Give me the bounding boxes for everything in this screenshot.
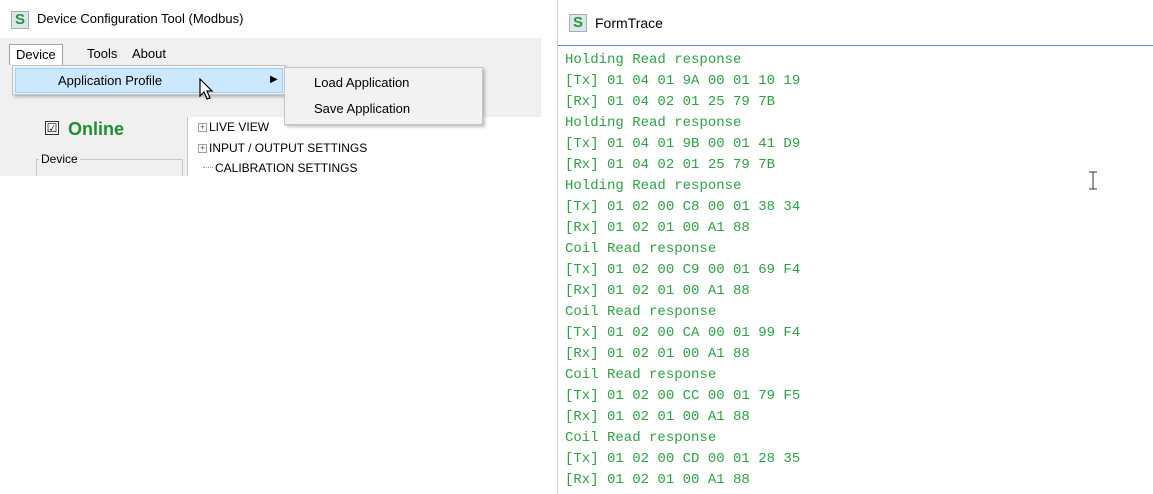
device-menu-dropdown: Application Profile ▶ — [12, 65, 286, 95]
trace-line: [Rx] 01 02 01 00 A1 88 — [565, 220, 750, 236]
trace-line: [Tx] 01 04 01 9A 00 01 10 19 — [565, 73, 801, 89]
menu-device[interactable]: Device — [9, 44, 63, 65]
trace-line: [Rx] 01 04 02 01 25 79 7B — [565, 94, 776, 110]
window-title: FormTrace — [595, 15, 663, 31]
app-logo-icon: S — [569, 14, 587, 32]
tree-item-input-output-settings[interactable]: + INPUT / OUTPUT SETTINGS — [188, 140, 367, 157]
trace-line: [Tx] 01 04 01 9B 00 01 41 D9 — [565, 136, 801, 152]
text-cursor-icon — [1089, 171, 1097, 190]
window-title: Device Configuration Tool (Modbus) — [37, 11, 244, 26]
menu-item-application-profile[interactable]: Application Profile ▶ — [15, 68, 283, 93]
trace-line: [Rx] 01 02 01 00 A1 88 — [565, 283, 750, 299]
app-logo-icon: S — [11, 11, 29, 29]
online-status-label: Online — [68, 119, 125, 139]
application-profile-flyout: Load Application Save Application — [284, 67, 483, 125]
trace-line: [Tx] 01 02 00 C8 00 01 38 34 — [565, 199, 801, 215]
trace-line: Holding Read response — [565, 178, 742, 194]
title-bar: S Device Configuration Tool (Modbus) — [0, 0, 541, 38]
trace-line: Holding Read response — [565, 115, 742, 131]
trace-line: [Rx] 01 02 01 00 A1 88 — [565, 472, 750, 488]
tree-item-label: INPUT / OUTPUT SETTINGS — [209, 141, 368, 155]
settings-tree: + LIVE VIEW + INPUT / OUTPUT SETTINGS CALI… — [187, 117, 541, 176]
device-group-label: Device — [39, 152, 80, 166]
formtrace-window: S FormTrace Holding Read response [Tx] 01… — [557, 0, 1153, 494]
tree-item-calibration-settings[interactable]: CALIBRATION SETTINGS — [188, 160, 357, 176]
trace-line: Coil Read response — [565, 304, 717, 320]
load-application-item[interactable]: Load Application — [314, 75, 409, 90]
trace-line: [Tx] 01 02 00 CD 00 01 28 35 — [565, 451, 801, 467]
trace-log[interactable]: Holding Read response [Tx] 01 04 01 9A 00… — [565, 50, 1150, 494]
trace-line: [Rx] 01 04 02 01 25 79 7B — [565, 157, 776, 173]
menu-item-label: Application Profile — [58, 73, 163, 88]
trace-line: [Rx] 01 02 01 00 A1 88 — [565, 409, 750, 425]
expand-plus-icon[interactable]: + — [198, 123, 207, 132]
online-checkbox[interactable]: ☑ — [45, 121, 59, 135]
submenu-arrow-icon: ▶ — [270, 74, 278, 85]
expand-plus-icon[interactable]: + — [198, 144, 207, 153]
trace-line: [Tx] 01 02 00 CC 00 01 79 F5 — [565, 388, 801, 404]
trace-line: Coil Read response — [565, 241, 717, 257]
trace-line: [Tx] 01 02 00 CA 00 01 99 F4 — [565, 325, 801, 341]
trace-line: Coil Read response — [565, 367, 717, 383]
trace-line: Coil Read response — [565, 430, 717, 446]
menu-bar: Device Tools About — [0, 44, 541, 65]
title-bar: S FormTrace — [558, 0, 1153, 46]
trace-line: Holding Read response — [565, 52, 742, 68]
menu-tools[interactable]: Tools — [81, 44, 123, 65]
save-application-item[interactable]: Save Application — [314, 101, 410, 116]
trace-line: [Tx] 01 02 00 C9 00 01 69 F4 — [565, 262, 801, 278]
tree-item-label: CALIBRATION SETTINGS — [215, 161, 358, 175]
menu-about[interactable]: About — [126, 44, 172, 65]
tree-item-label: LIVE VIEW — [209, 120, 270, 134]
tree-item-live-view[interactable]: + LIVE VIEW — [188, 119, 269, 136]
trace-line: [Rx] 01 02 01 00 A1 88 — [565, 346, 750, 362]
tree-connector-line — [203, 167, 213, 168]
mouse-pointer-icon — [199, 78, 214, 100]
